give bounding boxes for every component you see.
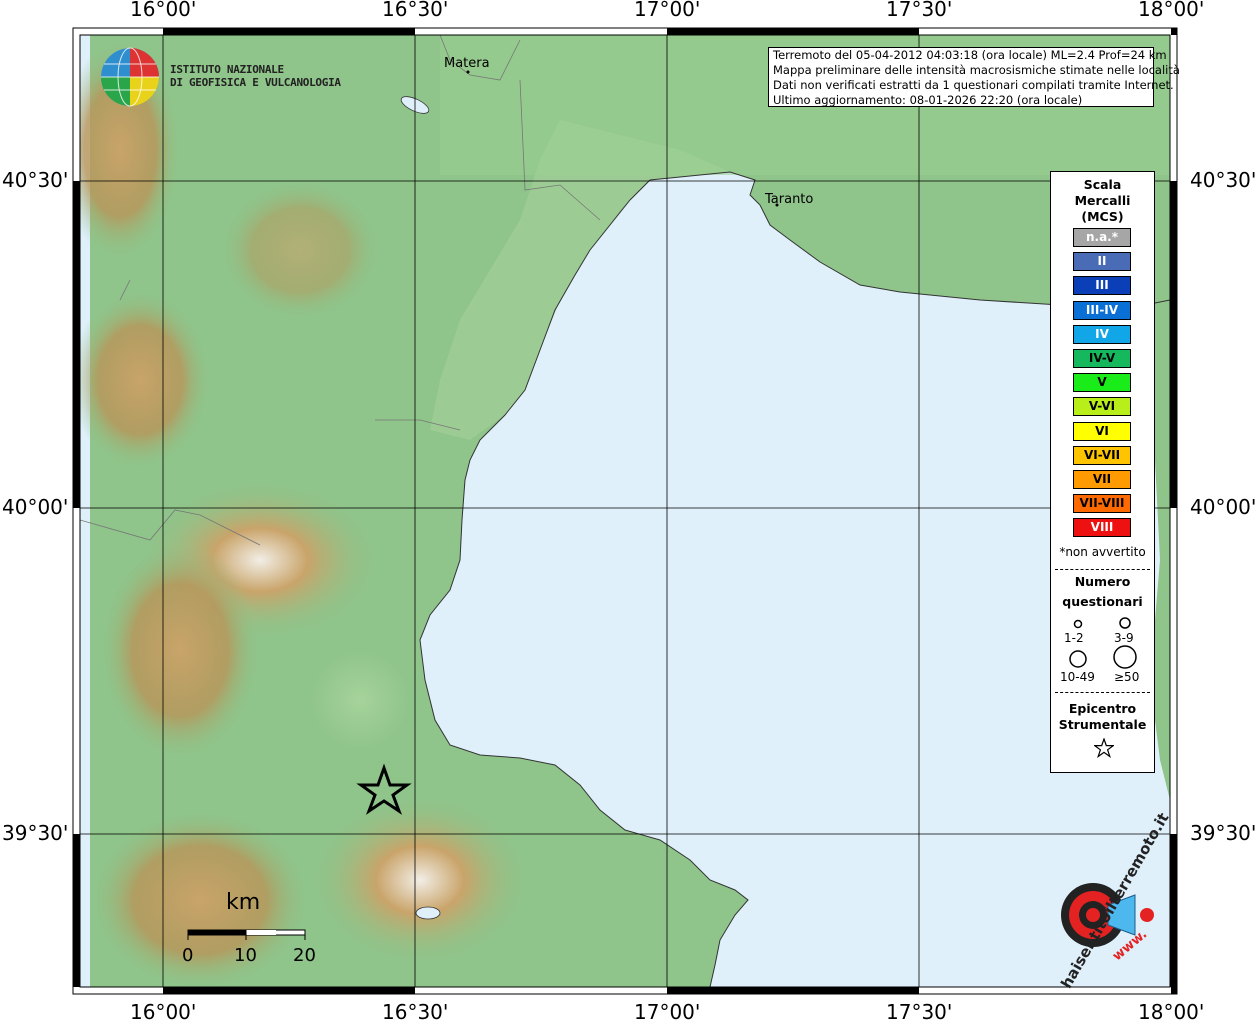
lat-tick-label: 40°30' <box>2 168 69 192</box>
ingv-logo-text: ISTITUTO NAZIONALE DI GEOFISICA E VULCAN… <box>170 63 341 89</box>
lake <box>415 906 441 920</box>
legend-swatch: VI <box>1073 421 1131 441</box>
lon-tick-label: 16°00' <box>130 0 197 21</box>
info-line: Ultimo aggiornamento: 08-01-2026 22:20 (… <box>773 93 1083 107</box>
legend-title: Scala <box>1083 177 1122 192</box>
scale-label: 0 <box>182 945 194 966</box>
legend-swatch: VII-VIII <box>1073 494 1131 514</box>
scale-unit: km <box>226 890 261 915</box>
epicenter-star-icon <box>1094 738 1114 758</box>
lat-tick-label: 39°30' <box>2 821 69 845</box>
legend-swatch: IV-V <box>1073 349 1131 368</box>
legend-note: *non avvertito <box>1059 545 1146 559</box>
count-label: ≥50 <box>1114 670 1140 684</box>
info-line: Mappa preliminare delle intensità macros… <box>773 63 1180 77</box>
lon-tick-label: 16°30' <box>382 0 449 21</box>
legend-title: (MCS) <box>1081 209 1124 224</box>
city-label-taranto: Taranto <box>765 192 814 207</box>
lon-tick-label: 17°30' <box>886 1000 953 1024</box>
legend-title: Mercalli <box>1074 193 1131 208</box>
info-line: Dati non verificati estratti da 1 questi… <box>773 78 1174 92</box>
info-box: Terremoto del 05-04-2012 04:03:18 (ora l… <box>768 47 1180 107</box>
epicenter-title: Epicentro <box>1068 701 1137 716</box>
count-title: questionari <box>1062 594 1143 609</box>
legend-swatch: II <box>1073 252 1131 272</box>
count-label: 1-2 <box>1064 631 1084 645</box>
lon-tick-label: 16°00' <box>130 1000 197 1024</box>
legend-swatch: VII <box>1073 470 1131 489</box>
legend-swatch: VIII <box>1073 518 1131 538</box>
legend-swatch: V-VI <box>1073 397 1131 417</box>
count-label: 10-49 <box>1060 670 1095 684</box>
lat-tick-label: 40°30' <box>1190 168 1255 192</box>
lat-tick-label: 40°00' <box>2 495 69 519</box>
lat-tick-label: 39°30' <box>1190 821 1255 845</box>
legend-swatch: VI-VII <box>1073 445 1131 465</box>
legend-swatch: III <box>1073 276 1131 296</box>
lon-tick-label: 17°00' <box>634 0 701 21</box>
lon-tick-label: 16°30' <box>382 1000 449 1024</box>
legend-swatch: V <box>1073 373 1131 393</box>
legend-swatch: n.a.* <box>1073 228 1131 247</box>
count-label: 3-9 <box>1114 631 1134 645</box>
scale-label: 20 <box>293 945 316 966</box>
ingv-logo <box>101 47 159 107</box>
legend: Scala Mercalli (MCS) n.a.* II III III-IV IV I… <box>1050 171 1155 773</box>
lon-tick-label: 18°00' <box>1138 1000 1205 1024</box>
city-label-matera: Matera <box>444 56 490 71</box>
lat-tick-label: 40°00' <box>1190 495 1255 519</box>
lon-tick-label: 18°00' <box>1138 0 1205 21</box>
info-line: Terremoto del 05-04-2012 04:03:18 (ora l… <box>773 48 1167 62</box>
epicenter-title: Strumentale <box>1058 717 1147 732</box>
lon-tick-label: 17°30' <box>886 0 953 21</box>
legend-swatch: IV <box>1073 324 1131 344</box>
count-title: Numero <box>1074 574 1131 589</box>
legend-swatch: III-IV <box>1073 300 1131 320</box>
scale-label: 10 <box>234 945 257 966</box>
lon-tick-label: 17°00' <box>634 1000 701 1024</box>
